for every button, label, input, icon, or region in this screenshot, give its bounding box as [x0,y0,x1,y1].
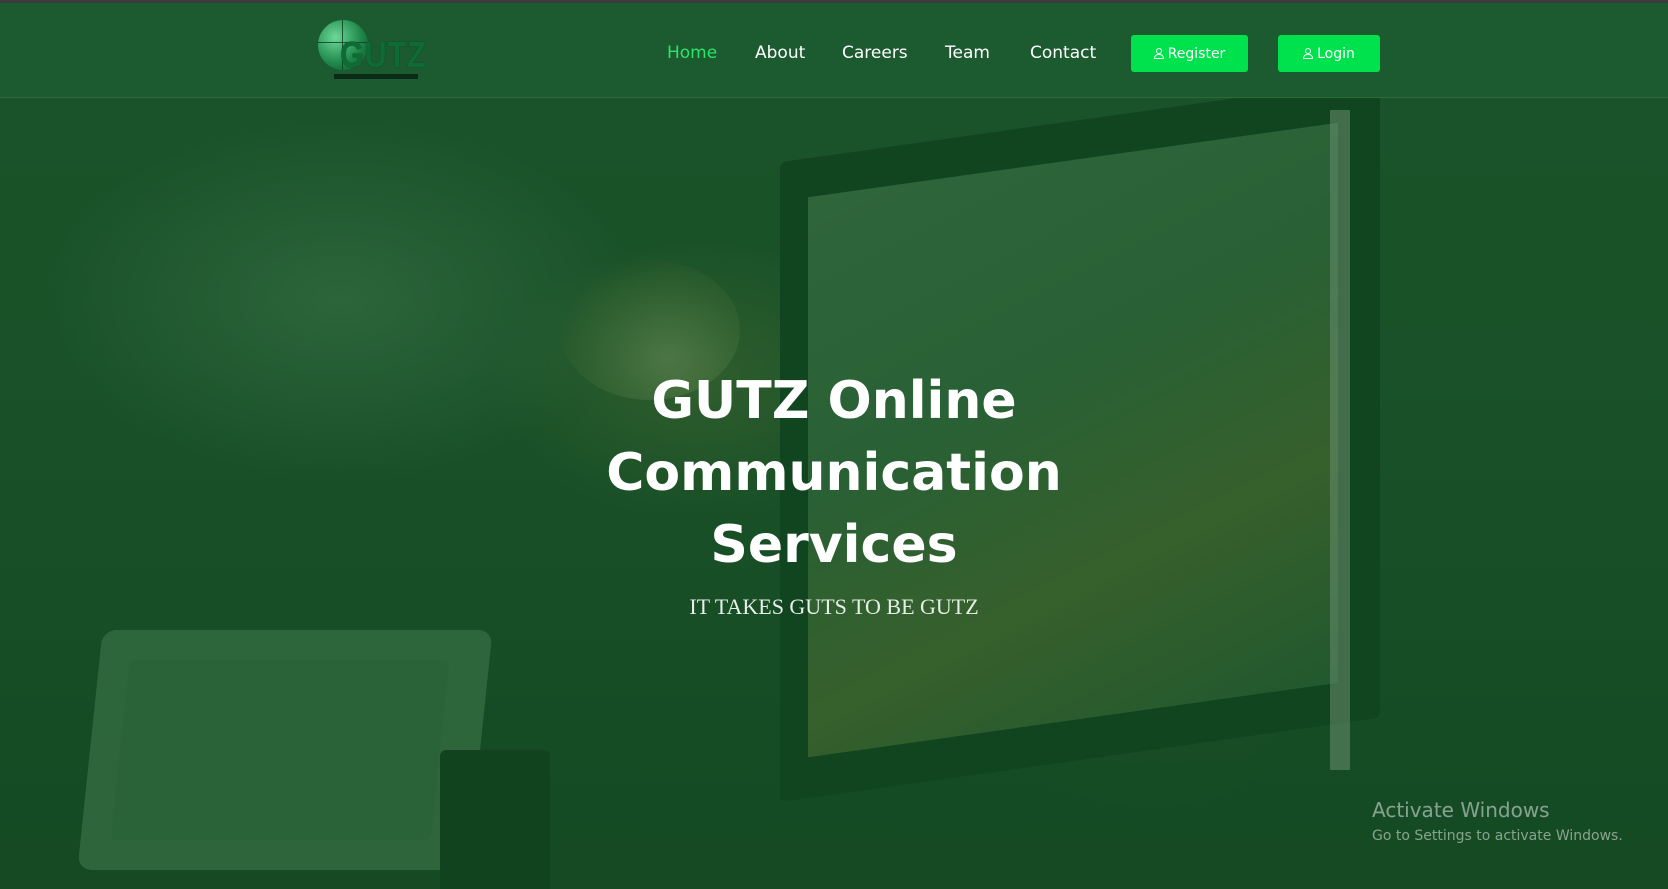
user-plus-icon [1153,47,1164,60]
nav-link-about[interactable]: About [755,43,805,63]
hero-title-line-3: Services [710,515,958,575]
hero-title-line-1: GUTZ Online [651,371,1017,431]
login-button-label: Login [1317,45,1355,62]
hero-subtitle: IT TAKES GUTS TO BE GUTZ [689,594,979,619]
windows-activation-watermark: Activate Windows Go to Settings to activ… [1372,798,1623,844]
logo-text: GUTZ [340,34,427,75]
top-navbar: GUTZ Home About Careers Team Contact Reg… [0,0,1668,98]
logo-tagline [334,74,418,79]
login-button[interactable]: Login [1278,35,1380,72]
register-button[interactable]: Register [1131,35,1248,72]
nav-link-team[interactable]: Team [945,43,990,63]
hero-title: GUTZ Online Communication Services [534,365,1134,581]
nav-link-home[interactable]: Home [667,43,717,63]
register-button-label: Register [1167,45,1226,62]
watermark-title: Activate Windows [1372,798,1550,822]
gutz-logo[interactable]: GUTZ [312,18,426,84]
watermark-subtitle: Go to Settings to activate Windows. [1372,828,1623,844]
hero-title-line-2: Communication [606,443,1062,503]
user-icon [1303,47,1314,60]
nav-link-contact[interactable]: Contact [1030,43,1096,63]
nav-link-careers[interactable]: Careers [842,43,908,63]
